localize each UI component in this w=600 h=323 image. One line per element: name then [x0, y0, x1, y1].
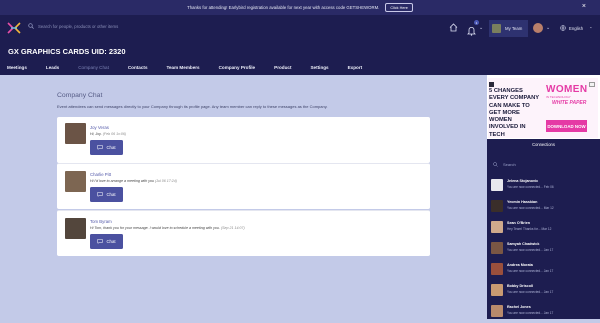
user-avatar[interactable] [533, 23, 543, 33]
my-team-label: My Team [505, 26, 523, 31]
chat-last-message: Hi Tom, thank you for your message. I wo… [90, 226, 245, 230]
connection-message: You are now connected... Jan 17 [507, 248, 554, 252]
announcement-banner: Thanks for attending! Earlybird registra… [0, 0, 600, 15]
global-search[interactable]: Search for people, products or other ite… [28, 23, 118, 29]
connection-message: Hey Team! Thanks for... Mar 12 [507, 227, 552, 231]
connection-name: Rachel Jones [507, 305, 531, 309]
user-menu-chevron-icon[interactable]: ⌄ [546, 25, 550, 31]
chat-card: Joy Veras Hi, Joy. (Feb 06 1x:06) Chat [57, 117, 430, 163]
team-avatar [492, 24, 501, 33]
app-logo-icon[interactable] [7, 21, 21, 35]
avatar [491, 263, 503, 275]
ad-download-button[interactable]: DOWNLOAD NOW [546, 120, 587, 132]
connection-message: You are now connected... Jan 17 [507, 269, 554, 273]
avatar [491, 284, 503, 296]
chat-bubble-icon [97, 239, 104, 244]
connection-item[interactable]: Sean O'Brien Hey Team! Thanks for... Mar … [491, 220, 597, 239]
avatar [491, 179, 503, 191]
language-selector[interactable]: English ⌃ [560, 25, 592, 31]
banner-text: Thanks for attending! Earlybird registra… [187, 5, 380, 10]
connection-item[interactable]: Andrea Morata You are now connected... Ja… [491, 262, 597, 281]
chat-last-message: Hi I'd love to arrange a meeting with yo… [90, 179, 177, 183]
my-team-button[interactable]: My Team [489, 20, 528, 37]
avatar [491, 242, 503, 254]
chat-bubble-icon [97, 145, 104, 150]
chevron-down-icon[interactable]: ⌄ [479, 25, 483, 31]
chat-button[interactable]: Chat [90, 234, 123, 249]
right-sidebar: 5 CHANGES EVERY COMPANY CAN MAKE TO GET … [487, 75, 600, 319]
tab-company-profile[interactable]: Company Profile [219, 65, 256, 70]
search-icon [28, 23, 34, 29]
search-icon [493, 162, 498, 167]
connections-search[interactable]: Search [493, 162, 516, 167]
language-chevron-icon: ⌃ [589, 25, 593, 31]
connections-header: Connections [487, 139, 600, 150]
connection-name: Samyah Chadwick [507, 242, 540, 246]
connection-name: Andrea Morata [507, 263, 533, 267]
chat-bubble-icon [97, 192, 104, 197]
company-chat-panel: Company Chat Event attendees can send me… [0, 75, 487, 319]
bell-icon [467, 27, 476, 36]
tab-leads[interactable]: Leads [46, 65, 59, 70]
chat-card: Charlie Pitt Hi I'd love to arrange a me… [57, 163, 430, 209]
ad-headline: 5 CHANGES EVERY COMPANY CAN MAKE TO GET … [489, 88, 540, 138]
connection-name: Jelena Stojanovic [507, 179, 539, 183]
globe-icon [560, 25, 566, 31]
tab-company-chat[interactable]: Company Chat [78, 65, 109, 70]
tab-team-members[interactable]: Team Members [167, 65, 200, 70]
global-search-input[interactable]: Search for people, products or other ite… [38, 24, 118, 29]
connection-name: Sean O'Brien [507, 221, 531, 225]
banner-close-icon[interactable]: × [582, 3, 586, 11]
page-description: Event attendees can send messages direct… [57, 104, 328, 109]
connection-message: You are now connected... Jan 17 [507, 311, 554, 315]
connection-message: You are now connected... Mar 12 [507, 206, 554, 210]
notifications-button[interactable]: 1 [467, 20, 479, 36]
avatar [65, 171, 86, 192]
tab-product[interactable]: Product [274, 65, 291, 70]
avatar [491, 221, 503, 233]
avatar [65, 123, 86, 144]
connection-name: Yeomin Hasskian [507, 200, 538, 204]
connections-search-input[interactable]: Search [503, 162, 516, 167]
ad-info-icon[interactable] [489, 82, 494, 87]
connection-item[interactable]: Yeomin Hasskian You are now connected... … [491, 199, 597, 218]
connection-message: You are now connected... Feb 06 [507, 185, 554, 189]
tab-meetings[interactable]: Meetings [7, 65, 27, 70]
chat-button[interactable]: Chat [90, 140, 123, 155]
avatar [491, 200, 503, 212]
advertisement-banner[interactable]: 5 CHANGES EVERY COMPANY CAN MAKE TO GET … [488, 78, 598, 138]
connection-item[interactable]: Samyah Chadwick You are now connected... … [491, 241, 597, 260]
home-icon[interactable] [449, 23, 458, 32]
page-title: Company Chat [57, 92, 103, 99]
banner-click-here-button[interactable]: Click Here [385, 3, 413, 12]
connections-list: Search Jelena Stojanovic You are now conn… [487, 150, 600, 319]
top-navigation: Search for people, products or other ite… [0, 15, 600, 43]
ad-close-icon[interactable] [589, 82, 595, 87]
connection-item[interactable]: Rachel Jones You are now connected... Jan… [491, 304, 597, 323]
ad-brand: WOMEN [546, 84, 588, 95]
chat-card: Tom Byram Hi Tom, thank you for your mes… [57, 210, 430, 256]
chat-sender-name[interactable]: Joy Veras [90, 125, 109, 130]
company-title: GX GRAPHICS CARDS UID: 2320 [0, 43, 600, 60]
ad-document-type: WHITE PAPER [552, 100, 587, 106]
company-tabs: Meetings Leads Company Chat Contacts Tea… [0, 60, 600, 75]
connection-item[interactable]: Jelena Stojanovic You are now connected..… [491, 178, 597, 197]
avatar [65, 218, 86, 239]
avatar [491, 305, 503, 317]
connection-item[interactable]: Bobby Driscoll You are now connected... J… [491, 283, 597, 302]
chat-sender-name[interactable]: Charlie Pitt [90, 172, 111, 177]
chat-sender-name[interactable]: Tom Byram [90, 219, 112, 224]
chat-button[interactable]: Chat [90, 187, 123, 202]
ad-brand-subtitle: IN TECHNOLOGY [546, 95, 571, 99]
connection-message: You are now connected... Jan 17 [507, 290, 554, 294]
chat-last-message: Hi, Joy. (Feb 06 1x:06) [90, 132, 127, 136]
tab-export[interactable]: Export [348, 65, 363, 70]
tab-settings[interactable]: Settings [310, 65, 328, 70]
tab-contacts[interactable]: Contacts [128, 65, 148, 70]
connection-name: Bobby Driscoll [507, 284, 534, 288]
language-label: English [569, 25, 584, 31]
